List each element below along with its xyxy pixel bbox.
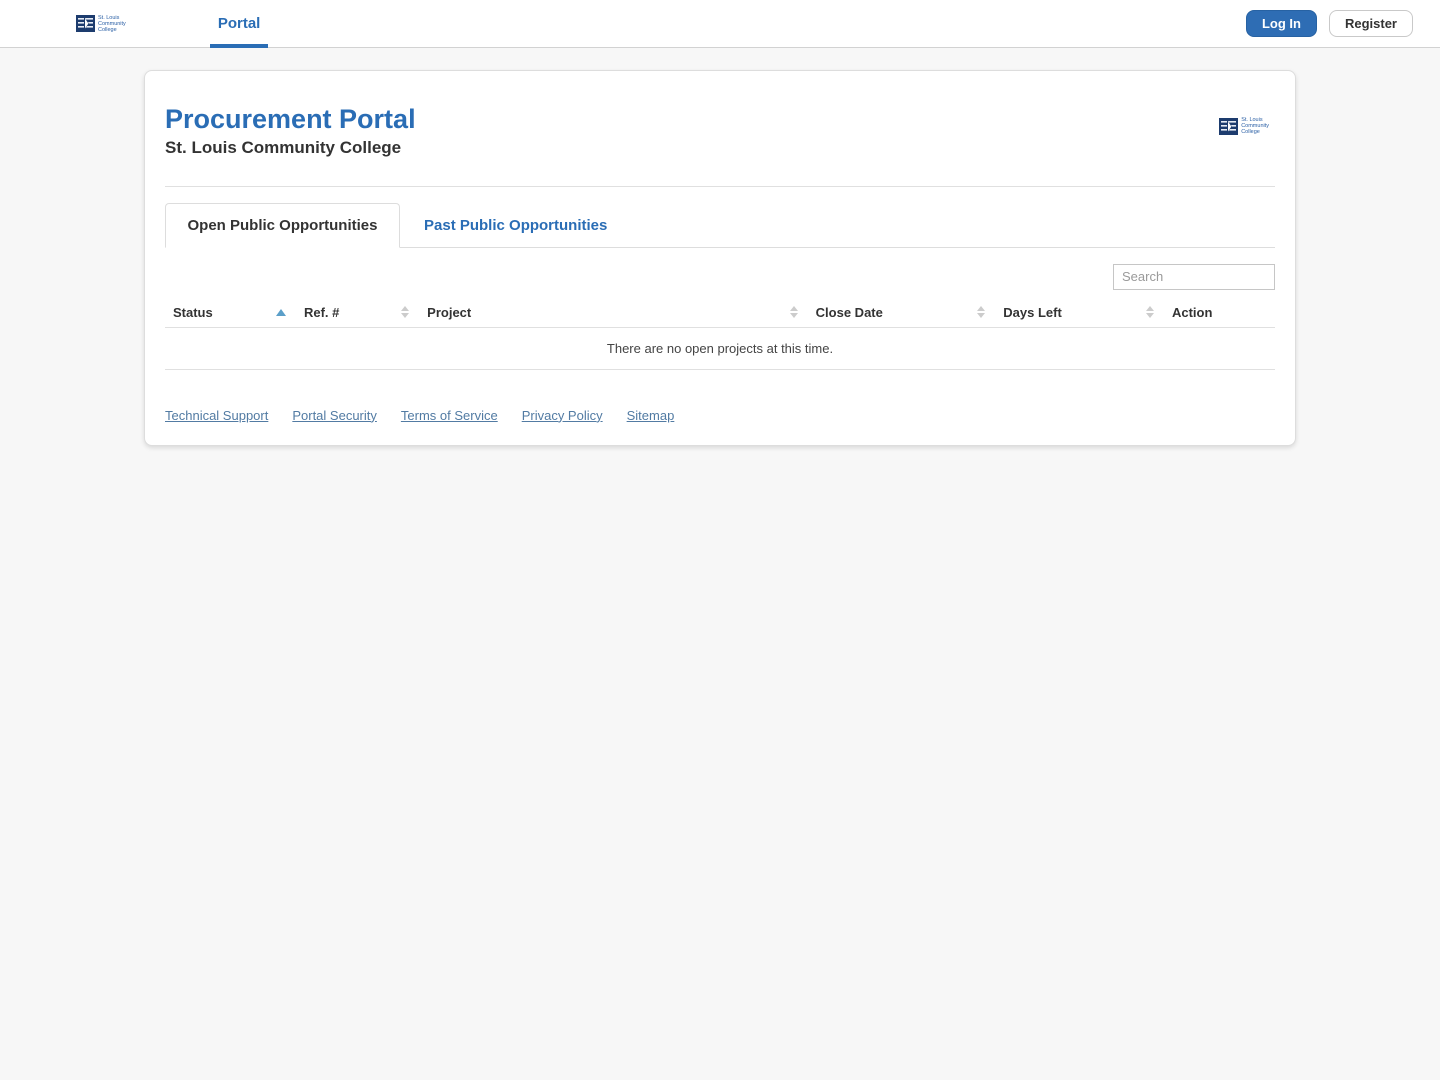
college-logo-icon (1219, 117, 1239, 135)
college-logo: St. Louis Community College (76, 15, 126, 33)
column-label: Days Left (1003, 304, 1062, 320)
column-header-status[interactable]: Status (165, 297, 296, 328)
column-header-days-left[interactable]: Days Left (995, 297, 1164, 328)
column-header-ref[interactable]: Ref. # (295, 297, 420, 328)
column-header-close-date[interactable]: Close Date (807, 297, 996, 328)
nav-tab-portal[interactable]: Portal (209, 0, 269, 48)
sort-both-icon (1145, 306, 1154, 319)
search-input[interactable] (1113, 263, 1275, 290)
procurement-portal-card: Procurement Portal St. Louis Community C… (144, 70, 1296, 446)
card-header-titles: Procurement Portal St. Louis Community C… (165, 104, 416, 158)
college-logo-text: St. Louis Community College (1241, 117, 1269, 135)
college-logo-text: St. Louis Community College (98, 15, 126, 33)
page-title: Procurement Portal (165, 104, 416, 134)
column-header-action[interactable]: Action (1163, 297, 1275, 328)
card-header: Procurement Portal St. Louis Community C… (165, 91, 1275, 158)
link-technical-support[interactable]: Technical Support (165, 408, 268, 423)
nav-tab-active-underline (209, 43, 269, 48)
column-label: Action (1171, 304, 1213, 320)
sort-both-icon (789, 306, 798, 319)
logo-line3: College (98, 26, 117, 33)
column-label: Status (173, 304, 213, 320)
tab-open-public-opportunities[interactable]: Open Public Opportunities (165, 202, 400, 248)
nav-tab-portal-label: Portal (217, 15, 261, 32)
column-label: Project (427, 304, 472, 320)
page-subtitle: St. Louis Community College (165, 137, 402, 157)
empty-state-message: There are no open projects at this time. (165, 327, 1275, 370)
table-header-row: Status Ref. # Project Close Date Days Le… (165, 297, 1275, 328)
login-button[interactable]: Log In (1245, 10, 1317, 37)
column-label: Close Date (815, 304, 883, 320)
opportunities-table: Status Ref. # Project Close Date Days Le… (165, 297, 1275, 370)
sort-ascending-icon (275, 308, 286, 316)
footer-links: Technical Support Portal Security Terms … (165, 408, 1275, 423)
link-portal-security[interactable]: Portal Security (292, 408, 377, 423)
link-terms-of-service[interactable]: Terms of Service (401, 408, 498, 423)
college-logo-card: St. Louis Community College (1217, 115, 1271, 137)
table-empty-row: There are no open projects at this time. (165, 327, 1275, 370)
register-button[interactable]: Register (1328, 10, 1413, 37)
column-header-project[interactable]: Project (419, 297, 808, 328)
nav-actions: Log In Register (1245, 10, 1413, 37)
college-logo-icon (76, 15, 95, 32)
header-divider (165, 185, 1275, 187)
sort-both-icon (977, 306, 986, 319)
link-sitemap[interactable]: Sitemap (627, 408, 675, 423)
top-navigation-bar: St. Louis Community College Portal Log I… (0, 0, 1440, 48)
link-privacy-policy[interactable]: Privacy Policy (522, 408, 603, 423)
tab-past-public-opportunities[interactable]: Past Public Opportunities (400, 204, 631, 247)
opportunities-tabs: Open Public Opportunities Past Public Op… (165, 202, 1275, 248)
search-row (165, 263, 1275, 290)
logo-line3: College (1241, 129, 1260, 135)
sort-both-icon (401, 306, 410, 319)
column-label: Ref. # (303, 304, 340, 320)
